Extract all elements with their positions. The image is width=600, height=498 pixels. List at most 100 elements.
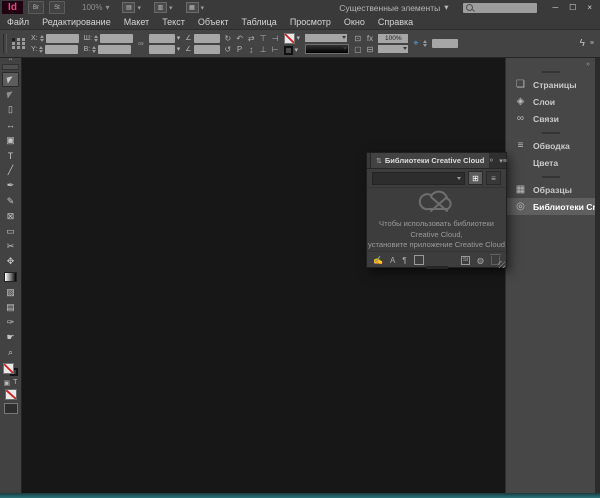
stroke-type-dropdown[interactable] [305,44,349,54]
panel-resize-grip[interactable] [498,261,505,268]
panel-collapse-icon[interactable]: » [489,157,493,164]
tool-direct-selection[interactable]: ◤ [2,87,19,102]
tool-type[interactable]: T [2,148,19,163]
rotate-180-icon[interactable]: ↶ [236,34,243,43]
rotate-ccw-icon[interactable]: ↺ [225,45,232,54]
tool-gradient-feather[interactable]: ▨ [2,285,19,300]
sidebar-item-stroke[interactable]: ≡ Обводка [506,137,595,154]
tool-eyedropper[interactable]: ✑ [2,315,19,330]
flip-vertical-icon[interactable]: ↨ [249,45,253,54]
scale-x-field[interactable] [149,34,175,43]
formatting-text-icon[interactable]: T [13,379,17,387]
add-paragraph-style-icon[interactable]: ¶ [402,256,406,265]
add-graphic-icon[interactable]: ✍ [373,256,383,265]
apply-none-button[interactable] [5,389,17,400]
opacity-field[interactable]: 100% [378,34,408,43]
align-right-icon[interactable]: ⊢ [272,45,279,54]
y-stepper[interactable] [39,46,43,53]
chevron-down-icon[interactable]: ▾ [295,46,299,54]
tools-drag-handle[interactable] [2,64,19,70]
list-view-button[interactable]: ≡ [486,171,501,185]
sidebar-item-color[interactable]: Цвета [506,154,595,171]
tool-scissors[interactable]: ✂ [2,239,19,254]
chevron-down-icon[interactable]: ▾ [297,34,301,42]
tool-pencil[interactable]: ✎ [2,194,19,209]
menu-edit[interactable]: Редактирование [42,17,111,27]
x-field[interactable] [46,34,79,43]
add-character-style-icon[interactable]: А [390,256,395,265]
screen-mode-button[interactable]: ▥ ▾ [154,2,173,13]
sidebar-item-links[interactable]: ∞ Связи [506,110,595,127]
menu-view[interactable]: Просмотр [290,17,331,27]
stock-search-icon[interactable]: ◍ [477,256,484,265]
formatting-container-icon[interactable]: ▣ [4,379,11,387]
dock-drag-handle[interactable] [542,176,560,178]
search-input[interactable] [463,3,537,13]
fitting-stepper[interactable] [423,40,427,47]
height-stepper[interactable] [92,46,96,53]
menu-table[interactable]: Таблица [242,17,277,27]
chevron-down-icon[interactable]: ▾ [177,34,181,42]
dock-collapse-icon[interactable]: » [586,61,590,68]
control-panel-menu-icon[interactable]: ≡ [590,40,594,47]
rotation-angle-field[interactable] [194,34,220,43]
stock-button[interactable]: St [49,1,65,14]
close-button[interactable]: × [587,3,592,12]
workspace-switcher[interactable]: Существенные элементы ▾ [339,2,448,13]
tab-cc-libraries[interactable]: ⇅ Библиотеки Creative Cloud [371,153,489,168]
tool-rectangle[interactable]: ▭ [2,224,19,239]
tool-content-collector[interactable]: ▣ [2,133,19,148]
panel-bottom-drag-handle[interactable] [426,266,448,269]
menu-object[interactable]: Объект [198,17,229,27]
grid-view-button[interactable]: ⊞ [468,171,483,185]
align-top-icon[interactable]: ⊤ [260,34,267,43]
menu-layout[interactable]: Макет [124,17,149,27]
control-panel-grip[interactable] [3,34,7,53]
fill-stroke-control[interactable] [3,363,18,376]
select-container-button[interactable]: P [237,45,242,54]
panel-menu-icon[interactable]: ▾≡ [499,157,507,165]
tool-zoom[interactable]: ⌕ [2,345,19,360]
screen-mode-toggle[interactable] [4,403,18,414]
adobe-stock-icon[interactable]: St [461,256,470,265]
fill-color-swatch[interactable] [284,33,295,44]
constrain-dimensions-icon[interactable]: ∞ [138,39,144,48]
maximize-button[interactable]: ☐ [569,3,576,12]
menu-file[interactable]: Файл [7,17,29,27]
tool-note[interactable]: ▤ [2,300,19,315]
sidebar-item-pages[interactable]: ❏ Страницы [506,76,595,93]
fill-none-swatch[interactable] [3,363,14,374]
rotate-cw-icon[interactable]: ↻ [225,34,232,43]
tool-free-transform[interactable]: ✥ [2,254,19,269]
stroke-color-swatch[interactable] [284,46,293,55]
view-options-button[interactable]: ▤ ▾ [122,2,141,13]
align-left-icon[interactable]: ⊣ [272,34,279,43]
y-field[interactable] [45,45,78,54]
menu-window[interactable]: Окно [344,17,365,27]
scale-y-field[interactable] [149,45,175,54]
drop-shadow-icon[interactable]: ⊟ [367,45,374,54]
reference-point-proxy[interactable] [12,38,26,49]
x-stepper[interactable] [40,35,44,42]
fitting-field[interactable] [432,39,458,48]
shear-angle-field[interactable] [194,45,220,54]
align-bottom-icon[interactable]: ⊥ [260,45,267,54]
menu-type[interactable]: Текст [162,17,185,27]
tool-page[interactable]: ▯ [2,102,19,117]
tools-collapse-icon[interactable]: •• [9,58,13,63]
flip-horizontal-icon[interactable]: ⇄ [248,34,255,43]
tool-line[interactable]: ╱ [2,163,19,178]
corner-shape-icon[interactable]: ▢ [354,45,362,54]
tool-frame[interactable]: ⊠ [2,209,19,224]
height-field[interactable] [98,45,131,54]
corner-options-icon[interactable]: ⊡ [354,34,361,43]
object-style-dropdown[interactable] [378,45,408,53]
tool-gradient[interactable] [2,269,19,284]
minimize-button[interactable]: ─ [552,3,558,12]
arrange-documents-button[interactable]: ▦ ▾ [186,2,205,13]
tool-gap[interactable]: ↔ [2,118,19,133]
width-field[interactable] [100,34,133,43]
chevron-down-icon[interactable]: ▾ [177,45,181,53]
zoom-level-dropdown[interactable]: 100% ▾ [82,3,109,12]
quick-apply-icon[interactable]: ϟ [580,38,585,49]
